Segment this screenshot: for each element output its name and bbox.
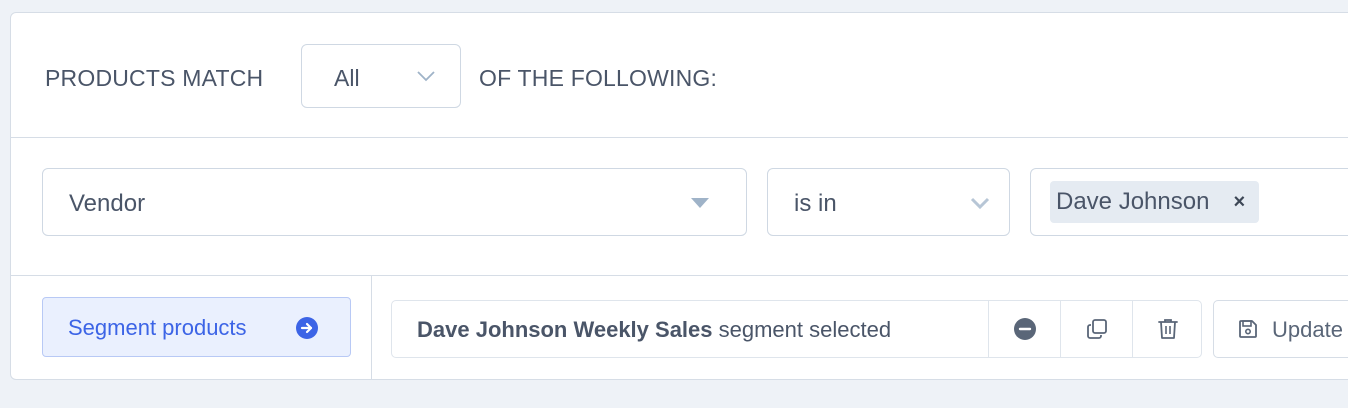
match-prefix-label: PRODUCTS MATCH [45,65,264,91]
value-tag-label: Dave Johnson [1056,188,1210,215]
segment-products-label: Segment products [68,315,247,340]
match-mode-value: All [334,65,360,91]
segment-products-button[interactable]: Segment products [42,297,351,357]
condition-row: Vendor is in Dave Johnson × [11,137,1348,276]
delete-segment-button[interactable] [1132,301,1203,357]
operator-select-value: is in [794,190,837,217]
match-mode-select[interactable]: All [301,44,461,108]
operator-select[interactable]: is in [767,168,1010,236]
deselect-segment-button[interactable] [988,301,1061,357]
update-label: Update [1272,317,1343,342]
save-icon [1239,320,1257,338]
segment-status: segment selected [712,317,892,342]
actions-row: Segment products Dave Johnson Weekly Sal… [11,275,1348,379]
chevron-down-icon [417,71,435,82]
chevron-down-icon [970,197,990,210]
caret-down-icon [691,198,709,208]
value-tag: Dave Johnson × [1050,181,1260,223]
value-multiselect[interactable]: Dave Johnson × [1030,168,1348,236]
match-suffix-label: OF THE FOLLOWING: [479,65,718,91]
arrow-right-circle-icon [296,317,318,339]
match-row: PRODUCTS MATCH All OF THE FOLLOWING: [11,13,1348,138]
segment-name: Dave Johnson Weekly Sales [417,317,713,342]
segment-filter-card: PRODUCTS MATCH All OF THE FOLLOWING: Ven… [10,12,1348,380]
close-icon[interactable]: × [1233,192,1245,212]
duplicate-segment-button[interactable] [1060,301,1133,357]
selected-segment-bar: Dave Johnson Weekly Sales segment select… [391,300,1202,358]
field-select-value: Vendor [69,190,146,217]
minus-circle-icon [1014,318,1036,340]
vertical-divider [371,275,372,379]
copy-icon [1087,319,1107,339]
trash-icon [1158,319,1178,339]
field-select[interactable]: Vendor [42,168,747,236]
update-segment-button[interactable]: Update [1213,300,1348,358]
selected-segment-text: Dave Johnson Weekly Sales segment select… [417,317,891,343]
